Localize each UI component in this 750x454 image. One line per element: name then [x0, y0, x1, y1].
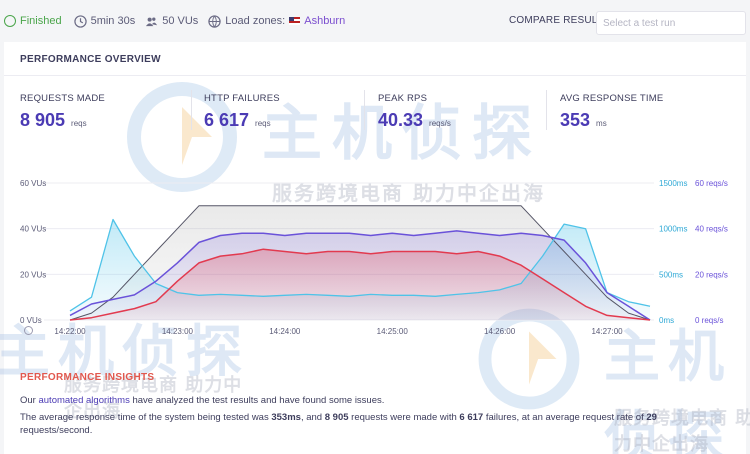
performance-card: 主机侦探 服务跨境电商 助力中企出海 主机侦探 服务跨境电商 助力中企出海 主机…: [0, 42, 750, 454]
test-run-select[interactable]: Select a test run: [596, 11, 746, 35]
insights-requests: 8 905: [324, 412, 349, 423]
load-zone-link[interactable]: Ashburn: [304, 15, 345, 27]
x-axis-tick-label: 14:24:00: [269, 327, 301, 336]
right-axis-ms-tick-label: 0ms: [659, 316, 674, 325]
vus-text: 50 VUs: [162, 15, 199, 27]
compare-result-label: COMPARE RESULT: [509, 15, 604, 26]
duration-text: 5min 30s: [90, 15, 136, 27]
x-axis-tick-label: 14:23:00: [162, 327, 194, 336]
right-axis-rps-tick-label: 0 reqs/s: [695, 316, 723, 325]
chart-areas: [70, 205, 650, 320]
x-axis-tick-label: 14:27:00: [591, 327, 623, 336]
status-circle-icon: [4, 15, 16, 27]
right-axis-rps-tick-label: 20 reqs/s: [695, 270, 728, 279]
globe-icon: [208, 14, 221, 28]
status-badge: Finished: [4, 15, 62, 27]
x-axis-tick-label: 14:22:00: [54, 327, 86, 336]
insights-paragraph-1: Our automated algorithms have analyzed t…: [20, 395, 385, 406]
insights-rate: 29: [646, 412, 657, 423]
insights-failures: 6 617: [459, 412, 484, 423]
right-axis-ms-tick-label: 1500ms: [659, 179, 687, 188]
insights-paragraph-2: The average response time of the system …: [20, 412, 657, 436]
clock-icon: [73, 14, 87, 28]
right-axis-rps-tick-label: 60 reqs/s: [695, 179, 728, 188]
status-text: Finished: [20, 15, 62, 27]
right-axis-ms-tick-label: 1000ms: [659, 225, 687, 234]
left-axis-tick-label: 60 VUs: [20, 179, 46, 188]
load-zones-label: Load zones:: [225, 15, 286, 27]
duration: 5min 30s: [73, 14, 136, 28]
left-axis-tick-label: 40 VUs: [20, 225, 46, 234]
users-icon: [146, 17, 158, 26]
load-zones: Load zones: Ashburn: [208, 14, 345, 28]
x-axis-tick-label: 14:25:00: [377, 327, 409, 336]
left-axis-tick-label: 0 VUs: [20, 316, 42, 325]
timeline-clock-icon: [24, 326, 33, 335]
insights-response-time: 353ms: [271, 412, 301, 423]
automated-algorithms-link[interactable]: automated algorithms: [38, 395, 129, 406]
right-axis-ms-tick-label: 500ms: [659, 270, 683, 279]
performance-chart[interactable]: 60 VUs 1500ms 60 reqs/s 40 VUs 1000ms 40 reqs…: [4, 42, 746, 342]
vus: 50 VUs: [145, 15, 198, 28]
insights-title: PERFORMANCE INSIGHTS: [20, 372, 155, 383]
right-axis-rps-tick-label: 40 reqs/s: [695, 225, 728, 234]
x-axis-tick-label: 14:26:00: [484, 327, 516, 336]
us-flag-icon: [289, 17, 301, 25]
left-axis-tick-label: 20 VUs: [20, 270, 46, 279]
